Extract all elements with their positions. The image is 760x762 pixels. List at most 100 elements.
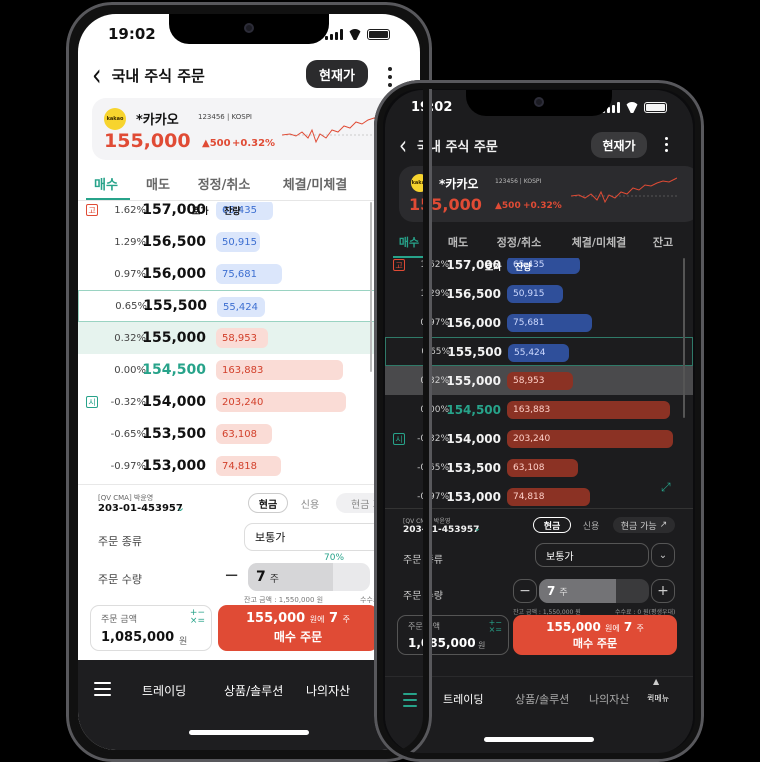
minus-icon[interactable]: −	[224, 565, 239, 586]
hamburger-icon[interactable]	[94, 682, 111, 700]
order-amount-box: 주문 금액 +− ×= 1,085,000 원	[397, 615, 509, 655]
bid-volume-bar: 74,818	[507, 487, 590, 506]
chip-cash-available[interactable]: 현금 가능 ↗	[613, 517, 675, 533]
orderbook-price: 155,000	[446, 373, 501, 388]
tab-buy[interactable]: 매수	[78, 174, 134, 196]
orderbook-row[interactable]: 고 1.62% 157,000 65,435	[78, 202, 420, 226]
current-price-button[interactable]: 현재가	[306, 60, 368, 88]
qty-input[interactable]: 7 주	[539, 579, 649, 603]
orderbook-volume: 50,915	[513, 288, 545, 299]
orderbook-row[interactable]: 0.32% 155,000 58,953	[78, 322, 420, 354]
ask-volume-bar: 75,681	[216, 264, 282, 284]
orderbook-price: 156,000	[142, 266, 206, 282]
orderbook-row[interactable]: 0.32% 155,000 58,953	[385, 366, 693, 395]
orderbook-row[interactable]: 시 -0.32% 154,000 203,240	[78, 386, 420, 418]
external-link-icon: ↗	[659, 520, 668, 530]
orderbook-row[interactable]: 0.00% 154,500 163,883	[78, 354, 420, 386]
orderbook-row[interactable]: 0.97% 156,000 75,681	[385, 308, 693, 337]
orderbook-volume: 203,240	[222, 396, 264, 408]
orderbook-row[interactable]: 시 -0.32% 154,000 203,240	[385, 424, 693, 453]
back-icon[interactable]: ‹	[92, 59, 102, 90]
tab-sell[interactable]: 매도	[134, 174, 182, 196]
back-icon[interactable]: ‹	[399, 132, 407, 158]
status-icons	[325, 28, 390, 40]
quick-menu-arrow-icon[interactable]: ▲	[653, 677, 659, 686]
orderbook-row[interactable]: 1.29% 156,500 50,915	[385, 279, 693, 308]
minus-button[interactable]: −	[513, 579, 537, 603]
qty-input[interactable]: 7 주	[248, 563, 370, 591]
order-type-select[interactable]: 보통가	[535, 543, 649, 567]
orderbook-row[interactable]: 0.00% 154,500 163,883	[385, 395, 693, 424]
expand-icon[interactable]: ⤢	[661, 480, 671, 495]
orderbook-row[interactable]: 0.65% 155,500 55,424	[385, 337, 693, 366]
account-dropdown-icon[interactable]: ⌄	[176, 501, 185, 514]
orderbook-price: 155,000	[142, 330, 206, 346]
buy-order-button[interactable]: 155,000 원에 7 주 매수 주문	[513, 615, 677, 655]
nav-products[interactable]: 상품/솔루션	[224, 682, 283, 699]
nav-my-assets[interactable]: 나의자산	[306, 682, 350, 699]
orderbook-row[interactable]: -0.97% 153,000 74,818	[78, 450, 420, 482]
more-icon[interactable]	[665, 137, 669, 156]
bid-volume-bar: 63,108	[507, 458, 578, 477]
order-type-dropdown-icon[interactable]: ⌄	[651, 543, 675, 567]
order-tabs: 매수 매도 정정/취소 체결/미체결	[78, 174, 420, 196]
more-icon[interactable]	[388, 67, 392, 91]
dark-phone: 19:02 ‹ 국내 주식 주문 현재가 kakao *카카오 123456 |…	[374, 80, 704, 762]
page-title: 국내 주식 주문	[111, 66, 205, 85]
stock-code: 123456 | KOSPI	[198, 113, 252, 121]
orderbook-row[interactable]: 고 1.62% 157,000 65,435	[385, 258, 693, 279]
nav-trading[interactable]: 트레이딩	[142, 682, 186, 699]
ask-volume-bar: 55,424	[508, 343, 569, 362]
orderbook-pct: 0.00%	[114, 364, 146, 376]
account-number[interactable]: 203-01-453957	[403, 525, 479, 535]
balance-note: 잔고 금액 : 1,550,000 원	[244, 596, 324, 604]
nav-my-assets[interactable]: 나의자산	[589, 691, 629, 707]
qty-value: 7	[547, 584, 556, 598]
nav-products[interactable]: 상품/솔루션	[515, 691, 569, 707]
order-tabs: 매수 매도 정정/취소 체결/미체결 잔고	[385, 234, 693, 254]
nav-quick-menu[interactable]: 퀵메뉴	[647, 693, 669, 704]
tab-executed[interactable]: 체결/미체결	[555, 234, 643, 254]
scroll-track[interactable]	[370, 202, 372, 372]
scroll-track[interactable]	[683, 258, 685, 418]
orderbook-volume: 55,424	[223, 301, 258, 313]
calculator-icon[interactable]: +− ×=	[190, 609, 205, 626]
buy-price: 155,000	[246, 611, 306, 626]
account-number[interactable]: 203-01-453957	[98, 503, 183, 514]
tab-buy[interactable]: 매수	[385, 234, 433, 254]
stock-code: 123456 | KOSPI	[495, 178, 542, 185]
tab-balance[interactable]: 잔고	[643, 234, 683, 254]
order-type-label: 주문 종류	[98, 535, 142, 548]
qty-unit: 주	[269, 573, 279, 585]
tab-modify-cancel[interactable]: 정정/취소	[483, 234, 555, 254]
orderbook-row[interactable]: 1.29% 156,500 50,915	[78, 226, 420, 258]
buy-mid: 원에	[605, 624, 620, 633]
orderbook-pct: 1.29%	[114, 236, 146, 248]
orderbook-row[interactable]: -0.65% 153,500 63,108	[78, 418, 420, 450]
orderbook-row[interactable]: -0.65% 153,500 63,108	[385, 453, 693, 482]
account-dropdown-icon[interactable]: ⌄	[473, 523, 481, 534]
calculator-icon[interactable]: +− ×=	[489, 619, 502, 634]
chip-cash[interactable]: 현금	[533, 517, 571, 533]
current-price-button[interactable]: 현재가	[591, 132, 647, 158]
orderbook-row[interactable]: 0.97% 156,000 75,681	[78, 258, 420, 290]
orderbook-row[interactable]: -0.97% 153,000 74,818	[385, 482, 693, 508]
order-amount-value: 1,085,000	[408, 636, 476, 650]
plus-button[interactable]: +	[651, 579, 675, 603]
chip-cash[interactable]: 현금	[248, 493, 288, 513]
chip-credit[interactable]: 신용	[573, 517, 609, 533]
orderbook-price: 153,000	[142, 458, 206, 474]
nav-trading[interactable]: 트레이딩	[443, 691, 483, 707]
orderbook-volume: 74,818	[513, 491, 545, 502]
account-label: [QV CMA] 박윤영	[403, 518, 451, 525]
orderbook-row[interactable]: 0.65% 155,500 55,424	[78, 290, 420, 322]
tab-modify-cancel[interactable]: 정정/취소	[182, 174, 266, 196]
tab-sell[interactable]: 매도	[433, 234, 483, 254]
hamburger-icon[interactable]	[403, 693, 417, 711]
orderbook-price: 153,000	[446, 489, 501, 504]
tab-executed[interactable]: 체결/미체결	[266, 174, 364, 196]
ask-volume-bar: 50,915	[216, 232, 260, 252]
page-title: 국내 주식 주문	[417, 139, 498, 155]
chip-credit[interactable]: 신용	[290, 493, 330, 513]
buy-order-button[interactable]: 155,000 원에 7 주 매수 주문	[218, 605, 378, 651]
